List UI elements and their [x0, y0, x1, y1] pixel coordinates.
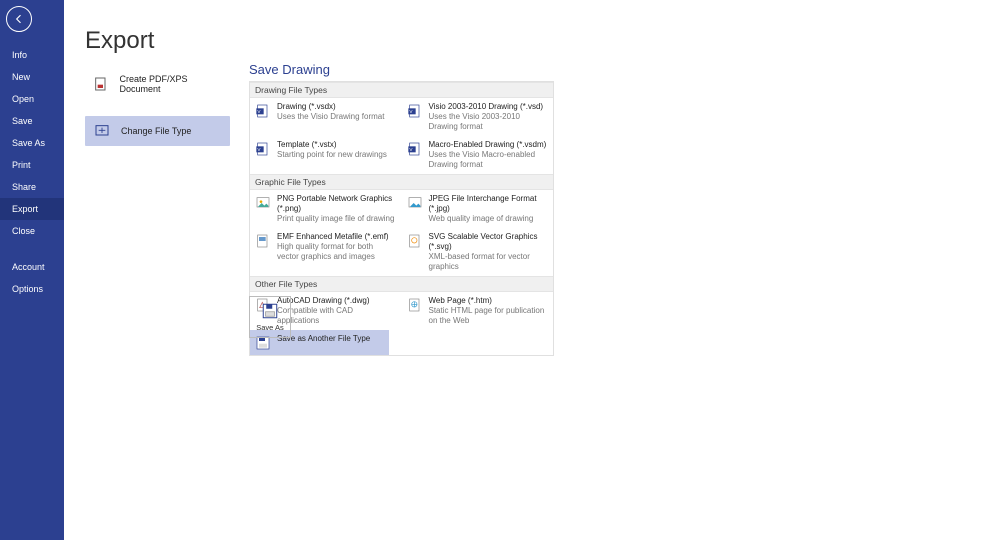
png-file-icon [255, 195, 271, 211]
back-button[interactable] [6, 6, 32, 32]
export-option-label: Create PDF/XPS Document [120, 74, 222, 94]
nav-export[interactable]: Export [0, 198, 64, 220]
tile-vsdm[interactable]: V Macro-Enabled Drawing (*.vsdm)Uses the… [402, 136, 554, 174]
visio-file-icon: V [407, 103, 423, 119]
htm-file-icon [407, 297, 423, 313]
section-header-graphic: Graphic File Types [250, 174, 553, 190]
nav-open[interactable]: Open [0, 88, 64, 110]
page-title: Export [85, 27, 154, 55]
panel-body: Drawing File Types V Drawing (*.vsdx)Use… [249, 81, 554, 356]
tile-desc: Uses the Visio 2003-2010 Drawing format [429, 112, 520, 131]
tile-name: PNG Portable Network Graphics (*.png) [277, 194, 392, 213]
tile-name: Template (*.vstx) [277, 140, 337, 149]
tile-jpg[interactable]: JPEG File Interchange Format (*.jpg)Web … [402, 190, 554, 228]
save-icon [261, 302, 279, 320]
nav-print[interactable]: Print [0, 154, 64, 176]
tile-desc: High quality format for both vector grap… [277, 242, 375, 261]
nav-share[interactable]: Share [0, 176, 64, 198]
tile-htm[interactable]: Web Page (*.htm)Static HTML page for pub… [402, 292, 554, 330]
tile-desc: Uses the Visio Macro-enabled Drawing for… [429, 150, 536, 169]
tile-name: Drawing (*.vsdx) [277, 102, 336, 111]
change-filetype-icon [93, 122, 111, 140]
panel-title: Save Drawing [249, 62, 554, 81]
main-area: Export Create PDF/XPS Document Change Fi… [64, 0, 1000, 540]
tile-desc: Starting point for new drawings [277, 150, 387, 159]
section-header-other: Other File Types [250, 276, 553, 292]
tile-svg[interactable]: SVG Scalable Vector Graphics (*.svg)XML-… [402, 228, 554, 276]
back-arrow-icon [12, 12, 26, 26]
visio-file-icon: V [255, 103, 271, 119]
svg-file-icon [407, 233, 423, 249]
section-header-drawing: Drawing File Types [250, 82, 553, 98]
export-options: Create PDF/XPS Document Change File Type [85, 68, 230, 146]
tile-blank [389, 330, 553, 355]
tile-vsdx[interactable]: V Drawing (*.vsdx)Uses the Visio Drawing… [250, 98, 402, 136]
nav-info[interactable]: Info [0, 44, 64, 66]
save-as-label: Save As [256, 323, 284, 332]
tile-name: Web Page (*.htm) [429, 296, 492, 305]
jpg-file-icon [407, 195, 423, 211]
tile-name: JPEG File Interchange Format (*.jpg) [429, 194, 537, 213]
pdf-icon [93, 75, 110, 93]
tile-desc: Web quality image of drawing [429, 214, 534, 223]
tile-desc: Uses the Visio Drawing format [277, 112, 384, 121]
tile-desc: Print quality image file of drawing [277, 214, 394, 223]
tile-name: Visio 2003-2010 Drawing (*.vsd) [429, 102, 544, 111]
export-option-pdfxps[interactable]: Create PDF/XPS Document [85, 68, 230, 100]
tile-name: EMF Enhanced Metafile (*.emf) [277, 232, 389, 241]
nav-close[interactable]: Close [0, 220, 64, 242]
tile-desc: XML-based format for vector graphics [429, 252, 530, 271]
visio-file-icon: V [407, 141, 423, 157]
tile-desc: Static HTML page for publication on the … [429, 306, 545, 325]
nav-new[interactable]: New [0, 66, 64, 88]
tile-name: SVG Scalable Vector Graphics (*.svg) [429, 232, 538, 251]
export-option-change-file-type[interactable]: Change File Type [85, 116, 230, 146]
nav-list: Info New Open Save Save As Print Share E… [0, 44, 64, 300]
export-option-label: Change File Type [121, 126, 191, 136]
tile-vstx[interactable]: V Template (*.vstx)Starting point for ne… [250, 136, 402, 174]
nav-save[interactable]: Save [0, 110, 64, 132]
visio-file-icon: V [255, 141, 271, 157]
nav-save-as[interactable]: Save As [0, 132, 64, 154]
save-drawing-panel: Save Drawing Drawing File Types V Drawin… [249, 62, 554, 356]
tile-name: Macro-Enabled Drawing (*.vsdm) [429, 140, 547, 149]
tile-emf[interactable]: EMF Enhanced Metafile (*.emf)High qualit… [250, 228, 402, 276]
nav-options[interactable]: Options [0, 278, 64, 300]
backstage-sidebar: Info New Open Save Save As Print Share E… [0, 0, 64, 540]
save-as-button[interactable]: Save As [249, 296, 291, 338]
nav-account[interactable]: Account [0, 256, 64, 278]
emf-file-icon [255, 233, 271, 249]
tile-png[interactable]: PNG Portable Network Graphics (*.png)Pri… [250, 190, 402, 228]
tile-vsd[interactable]: V Visio 2003-2010 Drawing (*.vsd)Uses th… [402, 98, 554, 136]
